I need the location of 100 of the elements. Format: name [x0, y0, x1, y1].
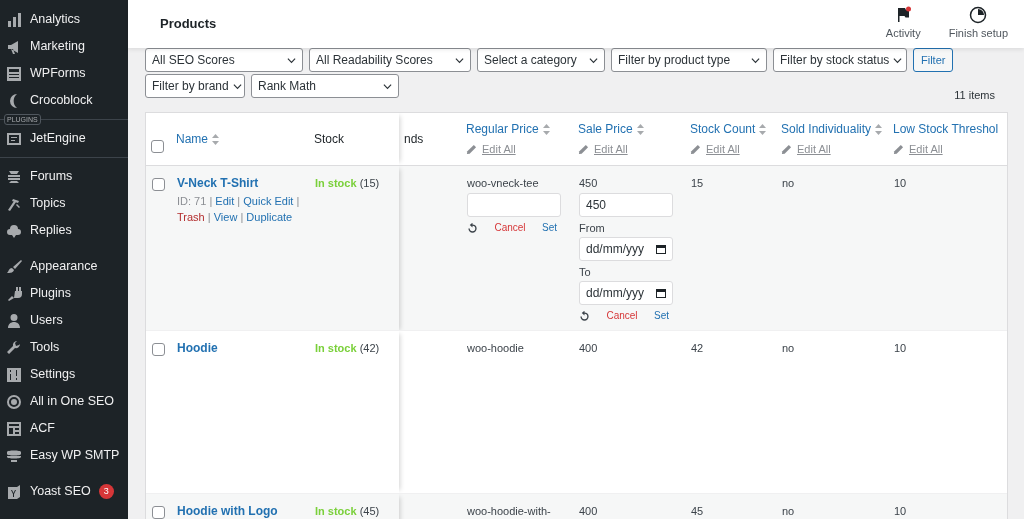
column-header[interactable]: Stock Count: [690, 122, 771, 136]
filter-dropdown[interactable]: Select a category: [477, 48, 605, 72]
column-header[interactable]: Sold Individuality: [781, 122, 883, 136]
cancel-link[interactable]: Cancel: [606, 309, 638, 323]
sidebar-item[interactable]: Topics: [0, 190, 128, 217]
cancel-link[interactable]: Cancel: [494, 221, 526, 235]
sidebar-item[interactable]: Replies: [0, 217, 128, 244]
separator-text: |: [239, 211, 245, 223]
date-input[interactable]: dd/mm/yyy: [579, 237, 673, 261]
price-input[interactable]: 450: [579, 193, 673, 217]
filter-dropdown[interactable]: Filter by stock status: [773, 48, 907, 72]
column-header: Stock: [314, 132, 345, 146]
sort-icon: [636, 123, 644, 135]
row-action-link[interactable]: View: [213, 211, 238, 223]
header-action-button[interactable]: Finish setup: [942, 6, 1014, 42]
pencil-icon: [466, 143, 477, 155]
sidebar-item[interactable]: Appearance: [0, 253, 128, 280]
price-input[interactable]: [467, 193, 561, 217]
shield-icon: [6, 483, 22, 500]
filter-dropdown[interactable]: Filter by brand: [145, 74, 245, 98]
sidebar-item[interactable]: ACF: [0, 415, 128, 442]
product-name-link[interactable]: Hoodie: [177, 341, 218, 355]
row-checkbox[interactable]: [152, 343, 165, 356]
gear-icon: [6, 393, 22, 410]
sidebar-item[interactable]: Marketing: [0, 33, 128, 60]
row-action-link[interactable]: Edit: [215, 195, 235, 207]
product-name-link[interactable]: V-Neck T-Shirt: [177, 176, 259, 190]
separator-text: |: [295, 195, 300, 207]
row-action-link[interactable]: Trash: [177, 211, 205, 223]
column-header[interactable]: Regular Price: [466, 122, 568, 136]
filter-button[interactable]: Filter: [913, 48, 954, 72]
filter-dropdown[interactable]: All Readability Scores: [309, 48, 471, 72]
set-link[interactable]: Set: [542, 221, 557, 235]
chevron-down-icon: [383, 81, 392, 91]
sidebar-item[interactable]: Users: [0, 307, 128, 334]
column-header: nds: [404, 132, 425, 146]
pencil-icon: [893, 143, 904, 155]
sidebar-item[interactable]: Settings: [0, 361, 128, 388]
row-action-link[interactable]: Duplicate: [246, 211, 293, 223]
box-icon: [6, 130, 22, 147]
select-all-checkbox[interactable]: [151, 139, 164, 153]
chevron-down-icon: [893, 55, 903, 65]
undo-icon: [579, 310, 590, 322]
table-cell: 400: [579, 341, 598, 355]
filter-dropdown[interactable]: All SEO Scores: [145, 48, 303, 72]
sidebar-item[interactable]: Forums: [0, 163, 128, 190]
stack-icon: [6, 168, 22, 185]
product-name-link[interactable]: Hoodie with Logo: [177, 504, 278, 518]
column-header[interactable]: Name: [176, 132, 304, 146]
calendar-icon: [656, 244, 666, 254]
sort-icon: [542, 123, 550, 135]
sidebar-item[interactable]: Crocoblock: [0, 87, 128, 114]
field-label: To: [579, 265, 592, 279]
header-action-button[interactable]: Activity: [879, 6, 927, 42]
sidebar-item[interactable]: All in One SEO: [0, 388, 128, 415]
date-input[interactable]: dd/mm/yyy: [579, 281, 673, 305]
sort-icon: [875, 123, 883, 135]
sort-icon: [759, 123, 767, 135]
notification-badge: 3: [98, 484, 114, 499]
separator-text: |: [206, 211, 212, 223]
pencil-icon: [690, 143, 701, 155]
undo-icon: [467, 222, 478, 234]
sliders-icon: [6, 366, 22, 383]
table-cell: 450: [579, 176, 598, 190]
wrench-icon: [6, 339, 22, 356]
form-icon: [6, 65, 22, 82]
calendar-icon: [656, 288, 666, 298]
row-checkbox[interactable]: [152, 178, 165, 191]
sidebar-item[interactable]: Easy WP SMTP: [0, 442, 128, 469]
row-checkbox[interactable]: [152, 506, 165, 519]
pencil-icon: [578, 143, 589, 155]
sidebar-item[interactable]: WPForms: [0, 60, 128, 87]
separator-text: |: [208, 195, 214, 207]
table-cell: 10: [894, 176, 907, 190]
brush-icon: [6, 258, 22, 275]
sidebar-item[interactable]: Tools: [0, 334, 128, 361]
filter-dropdown[interactable]: Filter by product type: [611, 48, 767, 72]
column-header[interactable]: Sale Price: [578, 122, 680, 136]
user-icon: [6, 312, 22, 329]
field-label: From: [579, 221, 606, 235]
sort-icon: [212, 133, 219, 145]
plug-icon: [6, 285, 22, 302]
table-cell: woo-vneck-tee: [467, 176, 539, 190]
table-cell: 10: [894, 341, 907, 355]
sidebar-item[interactable]: Yoast SEO 3: [0, 478, 128, 505]
sidebar-item[interactable]: JetEngine: [0, 125, 128, 152]
sidebar-item[interactable]: Plugins: [0, 280, 128, 307]
stock-status: In stock (45): [315, 505, 380, 517]
row-action-link[interactable]: Quick Edit: [243, 195, 294, 207]
progress-circle-icon: [969, 6, 988, 25]
table-cell: 45: [691, 504, 704, 518]
chevron-down-icon: [232, 81, 242, 91]
filter-dropdown[interactable]: Rank Math: [251, 74, 399, 98]
chevron-down-icon: [589, 55, 598, 65]
stock-status: In stock (15): [315, 177, 380, 189]
sidebar-item[interactable]: Analytics: [0, 6, 128, 33]
chevron-down-icon: [751, 55, 760, 65]
bar-chart-icon: [6, 11, 22, 28]
table-cell: no: [782, 504, 795, 518]
set-link[interactable]: Set: [654, 309, 669, 323]
